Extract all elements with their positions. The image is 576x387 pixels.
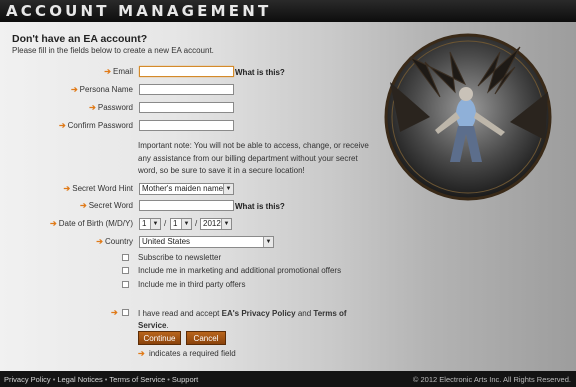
footer-terms-link[interactable]: Terms of Service bbox=[109, 375, 165, 384]
required-arrow-icon: ➔ bbox=[70, 85, 78, 94]
secret-hint-value: Mother's maiden name bbox=[142, 184, 224, 193]
secret-hint-select[interactable]: Mother's maiden name ▼ bbox=[139, 183, 234, 195]
signup-subheading: Please fill in the fields below to creat… bbox=[12, 46, 214, 55]
dob-year-select[interactable]: 2012 ▼ bbox=[200, 218, 232, 230]
dragon-emblem-artwork bbox=[384, 33, 552, 201]
dob-separator: / bbox=[164, 219, 167, 228]
marketing-checkbox[interactable] bbox=[122, 267, 129, 274]
accept-suffix: . bbox=[166, 321, 169, 330]
header-bar: ACCOUNT MANAGEMENT bbox=[0, 0, 576, 22]
footer-support-link[interactable]: Support bbox=[172, 375, 198, 384]
confirm-password-field[interactable] bbox=[139, 120, 234, 131]
privacy-policy-link[interactable]: EA's Privacy Policy bbox=[222, 309, 296, 318]
footer-separator: • bbox=[167, 375, 170, 384]
newsletter-checkbox[interactable] bbox=[122, 254, 129, 261]
footer-bar: Privacy Policy • Legal Notices • Terms of Se… bbox=[0, 371, 576, 387]
cancel-button[interactable]: Cancel bbox=[186, 331, 226, 345]
third-party-checkbox[interactable] bbox=[122, 281, 129, 288]
required-arrow-icon: ➔ bbox=[138, 349, 145, 358]
country-value: United States bbox=[142, 237, 191, 246]
marketing-label: Include me in marketing and additional p… bbox=[138, 266, 342, 275]
required-arrow-icon: ➔ bbox=[58, 121, 66, 130]
footer-legal-link[interactable]: Legal Notices bbox=[57, 375, 102, 384]
footer-privacy-link[interactable]: Privacy Policy bbox=[4, 375, 51, 384]
footer-links: Privacy Policy • Legal Notices • Terms of Se… bbox=[4, 375, 198, 384]
required-field-note: ➔ indicates a required field bbox=[138, 349, 236, 358]
email-label: ➔ Email bbox=[104, 67, 133, 76]
password-label: ➔ Password bbox=[89, 103, 133, 112]
required-arrow-icon: ➔ bbox=[50, 219, 57, 228]
third-party-label: Include me in third party offers bbox=[138, 280, 246, 289]
page-title: ACCOUNT MANAGEMENT bbox=[6, 2, 272, 20]
persona-label: ➔ Persona Name bbox=[70, 85, 133, 94]
required-arrow-icon: ➔ bbox=[79, 201, 87, 210]
required-arrow-icon: ➔ bbox=[89, 103, 96, 112]
dob-year-value: 2012 bbox=[203, 219, 221, 228]
continue-button[interactable]: Continue bbox=[138, 331, 181, 345]
secret-word-field[interactable] bbox=[139, 200, 234, 211]
accept-terms-text: I have read and accept EA's Privacy Poli… bbox=[138, 308, 368, 332]
password-field[interactable] bbox=[139, 102, 234, 113]
newsletter-label: Subscribe to newsletter bbox=[138, 253, 222, 262]
accept-prefix: I have read and accept bbox=[138, 309, 220, 318]
chevron-down-icon: ▼ bbox=[263, 237, 273, 247]
dob-month-value: 1 bbox=[142, 219, 147, 228]
required-arrow-icon: ➔ bbox=[63, 184, 71, 193]
persona-name-field[interactable] bbox=[139, 84, 234, 95]
important-note: Important note: You will not be able to … bbox=[138, 141, 369, 175]
chevron-down-icon: ▼ bbox=[223, 184, 233, 194]
country-label: ➔ Country bbox=[96, 237, 133, 246]
email-help-link[interactable]: What is this? bbox=[235, 68, 285, 77]
required-arrow-icon: ➔ bbox=[111, 308, 118, 317]
accept-terms-checkbox[interactable] bbox=[122, 309, 129, 316]
footer-separator: • bbox=[52, 375, 56, 384]
email-field[interactable] bbox=[139, 66, 234, 77]
footer-separator: • bbox=[104, 375, 108, 384]
chevron-down-icon: ▼ bbox=[150, 219, 160, 229]
accept-and: and bbox=[297, 309, 312, 318]
secret-word-label: ➔ Secret Word bbox=[79, 201, 133, 210]
signup-heading: Don't have an EA account? bbox=[12, 33, 148, 45]
secret-word-help-link[interactable]: What is this? bbox=[235, 202, 285, 211]
dob-day-select[interactable]: 1 ▼ bbox=[170, 218, 192, 230]
secret-hint-label: ➔ Secret Word Hint bbox=[63, 184, 133, 193]
chevron-down-icon: ▼ bbox=[221, 219, 231, 229]
required-note-text: indicates a required field bbox=[148, 349, 236, 358]
dob-label: ➔ Date of Birth (M/D/Y) bbox=[50, 219, 133, 228]
country-select[interactable]: United States ▼ bbox=[139, 236, 274, 248]
copyright-text: © 2012 Electronic Arts Inc. All Rights R… bbox=[412, 375, 571, 384]
dob-month-select[interactable]: 1 ▼ bbox=[139, 218, 161, 230]
chevron-down-icon: ▼ bbox=[181, 219, 191, 229]
required-arrow-icon: ➔ bbox=[104, 67, 111, 76]
confirm-password-label: ➔ Confirm Password bbox=[58, 121, 133, 130]
required-arrow-icon: ➔ bbox=[96, 237, 103, 246]
dob-day-value: 1 bbox=[173, 219, 178, 228]
dob-separator: / bbox=[195, 219, 198, 228]
